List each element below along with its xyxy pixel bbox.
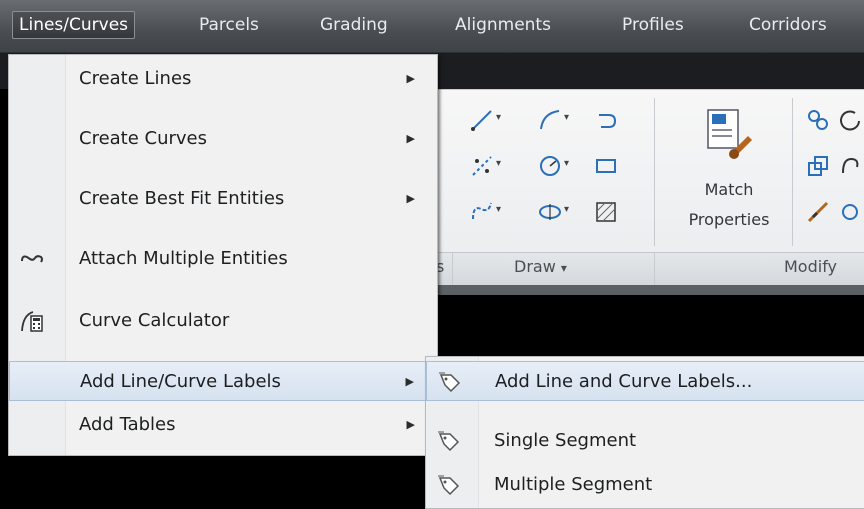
- label-tag-icon: [439, 372, 461, 393]
- draw-panel-expand-icon[interactable]: ▾: [561, 261, 567, 275]
- ribbon-separator: [654, 252, 655, 285]
- label-tag-icon: [438, 431, 460, 452]
- menu-parcels[interactable]: Parcels: [193, 12, 265, 38]
- move-tool-icon[interactable]: [804, 106, 832, 134]
- menu-item-attach-multiple[interactable]: Attach Multiple Entities: [9, 239, 437, 279]
- menu-item-label: Attach Multiple Entities: [79, 248, 288, 269]
- ribbon-bottom-strip: [432, 285, 864, 295]
- ribbon-separator: [452, 252, 453, 285]
- menu-item-label: Add Tables: [79, 414, 176, 435]
- rectangle-tool-icon[interactable]: [592, 152, 620, 180]
- submenu-item-label: Multiple Segment: [494, 474, 653, 495]
- submenu-item-single-segment[interactable]: Single Segment: [426, 421, 864, 461]
- menu-item-label: Create Curves: [79, 128, 208, 149]
- menu-lines-curves[interactable]: Lines/Curves: [12, 11, 136, 39]
- submenu-item-label: Single Segment: [494, 430, 637, 451]
- menu-item-label: Create Lines: [79, 68, 192, 89]
- spline-tool-dropdown[interactable]: ▾: [496, 204, 501, 215]
- calculator-icon: [21, 311, 43, 332]
- menu-item-create-curves[interactable]: Create Curves ▶: [9, 119, 437, 159]
- match-properties-icon[interactable]: [702, 106, 758, 162]
- ribbon-panel-area: ▾ ▾ ▾ ▾ ▾ ▾ Match Properties s Draw ▾ Mo…: [432, 89, 864, 295]
- submenu-item-multiple-segment[interactable]: Multiple Segment: [426, 465, 864, 505]
- label-tag-icon: [438, 475, 460, 496]
- submenu-arrow-icon: ▶: [405, 375, 414, 388]
- draw-panel-text: Draw: [514, 257, 556, 276]
- line-tool-icon[interactable]: [468, 106, 496, 134]
- lines-curves-dropdown: Create Lines ▶ Create Curves ▶ Create Be…: [8, 54, 438, 456]
- trim-tool-icon[interactable]: [836, 198, 864, 226]
- rotate-tool-icon[interactable]: [836, 106, 864, 134]
- menu-item-create-lines[interactable]: Create Lines ▶: [9, 59, 437, 99]
- menu-alignments[interactable]: Alignments: [449, 12, 557, 38]
- ribbon-separator: [654, 98, 655, 246]
- match-properties-label-2: Properties: [688, 210, 770, 229]
- ellipse-tool-icon[interactable]: [536, 198, 564, 226]
- stretch-tool-icon[interactable]: [804, 198, 832, 226]
- menu-corridors[interactable]: Corridors: [743, 12, 833, 38]
- circle-tool-icon[interactable]: [536, 152, 564, 180]
- ellipse-tool-dropdown[interactable]: ▾: [564, 204, 569, 215]
- line-tool-dropdown[interactable]: ▾: [496, 112, 501, 123]
- modify-panel-label[interactable]: Modify: [784, 255, 837, 279]
- menu-bar: Lines/Curves Parcels Grading Alignments …: [0, 0, 864, 53]
- menu-item-label: Create Best Fit Entities: [79, 188, 285, 209]
- submenu-item-label: Add Line and Curve Labels...: [495, 371, 753, 392]
- polyline-tool-icon[interactable]: [592, 106, 620, 134]
- arc-tool-icon[interactable]: [536, 106, 564, 134]
- menu-item-create-best-fit[interactable]: Create Best Fit Entities ▶: [9, 179, 437, 219]
- construction-line-icon[interactable]: [468, 152, 496, 180]
- ribbon-separator: [792, 98, 793, 246]
- circle-tool-dropdown[interactable]: ▾: [564, 158, 569, 169]
- submenu-arrow-icon: ▶: [406, 192, 415, 205]
- arc-tool-dropdown[interactable]: ▾: [564, 112, 569, 123]
- hatch-tool-icon[interactable]: [592, 198, 620, 226]
- spline-tool-icon[interactable]: [468, 198, 496, 226]
- submenu-item-add-line-curve-labels[interactable]: Add Line and Curve Labels...: [426, 361, 864, 401]
- attach-icon: [21, 255, 43, 263]
- copy-tool-icon[interactable]: [804, 152, 832, 180]
- menu-item-add-line-curve-labels[interactable]: Add Line/Curve Labels ▶: [9, 361, 437, 401]
- submenu-arrow-icon: ▶: [406, 72, 415, 85]
- menu-item-label: Add Line/Curve Labels: [80, 371, 281, 392]
- menu-grading[interactable]: Grading: [314, 12, 394, 38]
- construction-line-dropdown[interactable]: ▾: [496, 158, 501, 169]
- menu-item-add-tables[interactable]: Add Tables ▶: [9, 405, 437, 445]
- add-labels-submenu: Add Line and Curve Labels... Single Segm…: [425, 356, 864, 509]
- draw-panel-label[interactable]: Draw ▾: [514, 255, 567, 279]
- submenu-arrow-icon: ▶: [406, 132, 415, 145]
- mirror-tool-icon[interactable]: [836, 152, 864, 180]
- match-properties-label-1: Match: [704, 180, 754, 199]
- menu-profiles[interactable]: Profiles: [616, 12, 690, 38]
- menu-item-curve-calculator[interactable]: Curve Calculator: [9, 301, 437, 341]
- menu-item-label: Curve Calculator: [79, 310, 230, 331]
- submenu-arrow-icon: ▶: [406, 418, 415, 431]
